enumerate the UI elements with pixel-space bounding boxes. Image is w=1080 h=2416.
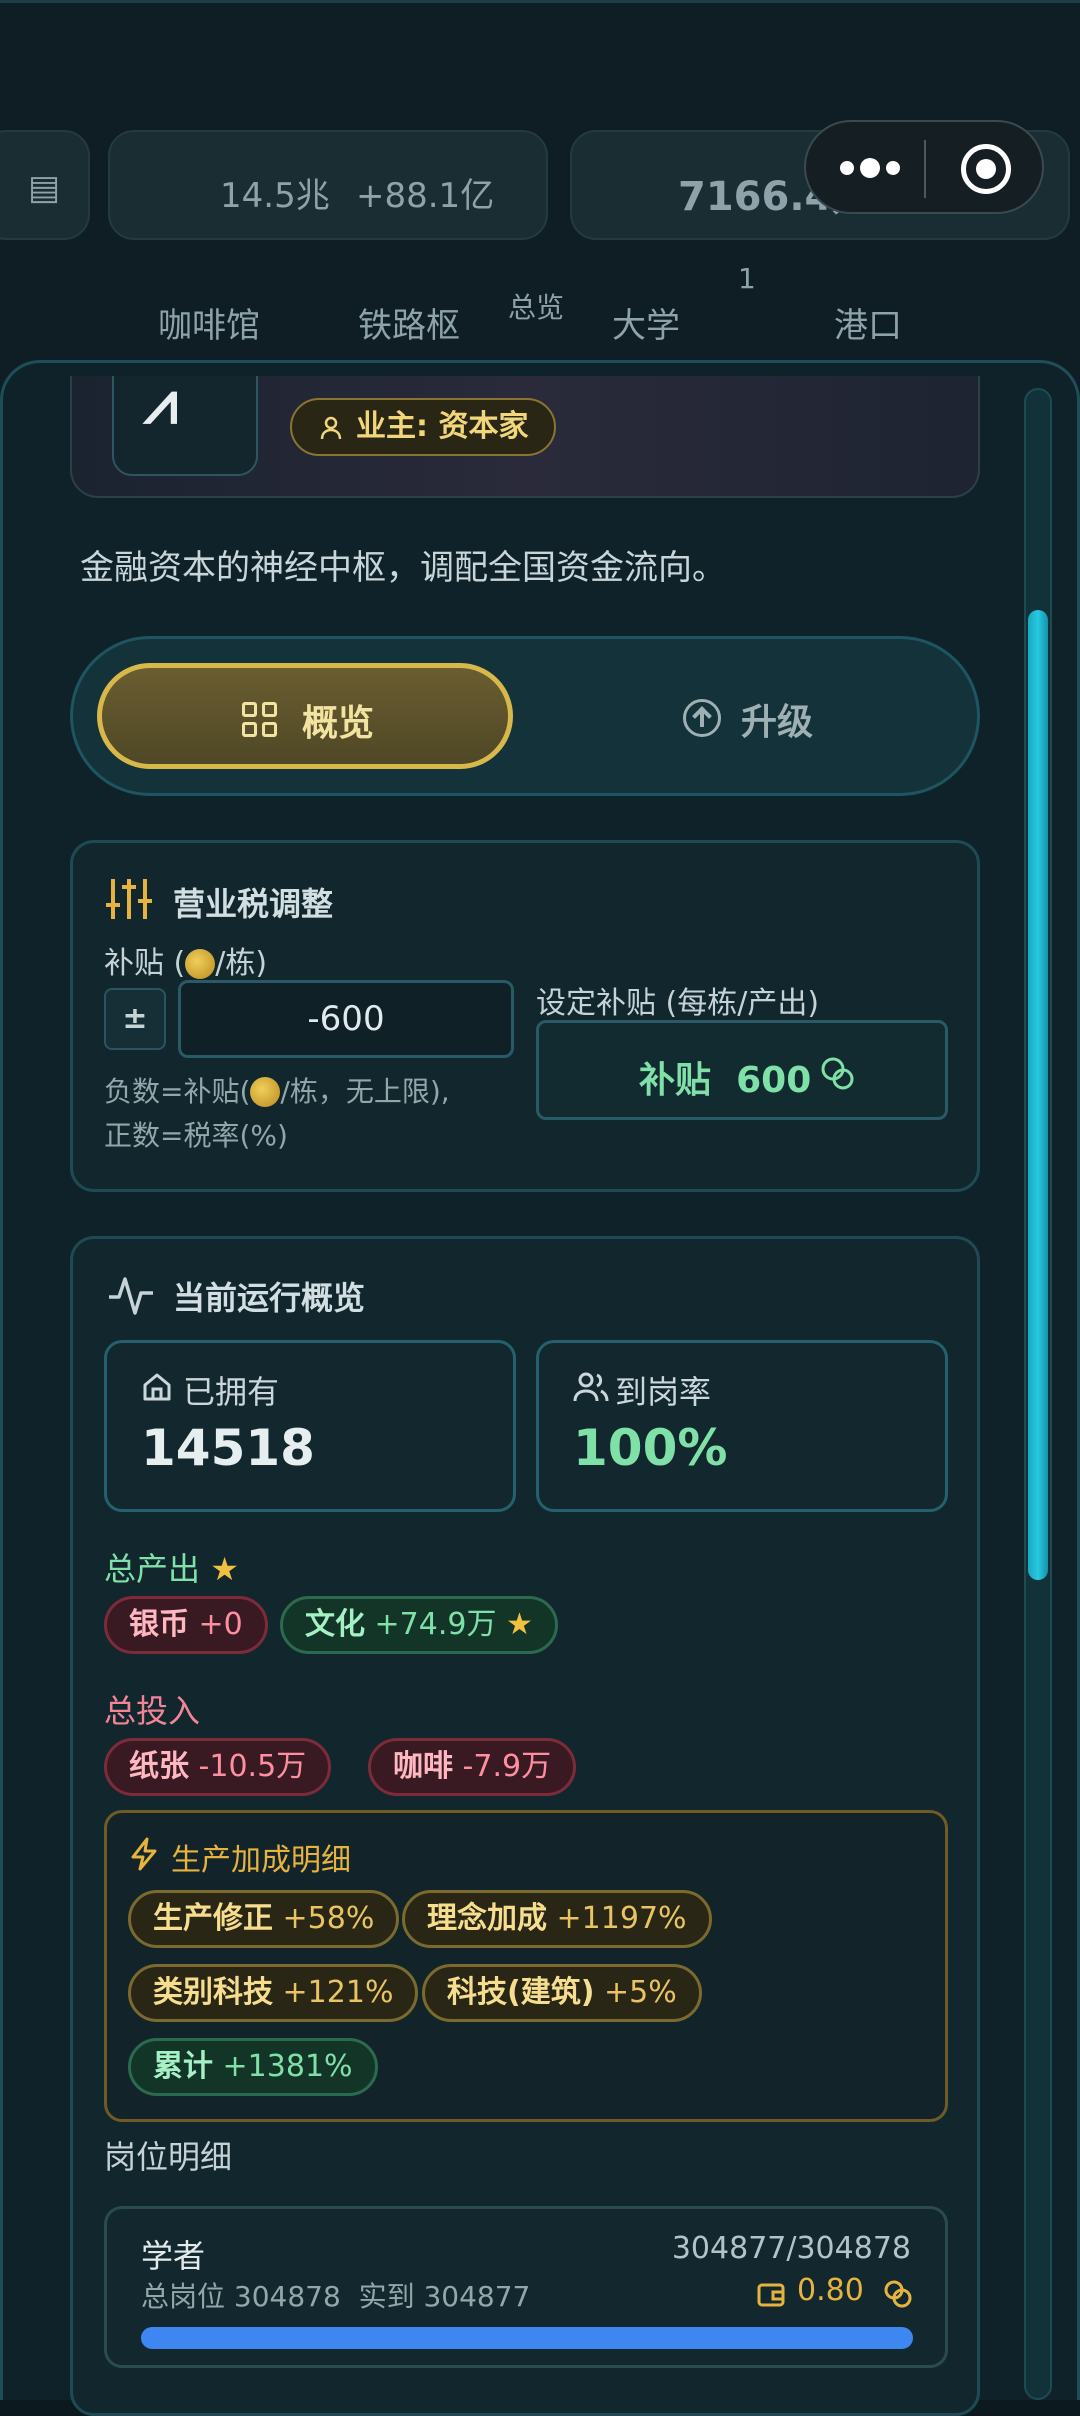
building-icon: ⩘	[112, 376, 258, 476]
tab-overview-label: 概览	[302, 703, 375, 744]
bonus-pill: 类别科技 +121%	[128, 1964, 419, 2022]
set-subsidy-button[interactable]: 补贴 600	[536, 1020, 948, 1120]
scrollbar-thumb[interactable]	[1028, 610, 1048, 1580]
job-wage: 0.80	[797, 2273, 864, 2308]
attendance-value: 100%	[573, 1419, 728, 1477]
coin-icon	[185, 949, 216, 979]
input-title: 总投入	[104, 1692, 201, 1730]
attendance-label: 到岗率	[615, 1373, 712, 1411]
owner-badge: 业主: 资本家	[290, 398, 557, 456]
bonus-title: 生产加成明细	[171, 1843, 351, 1878]
subsidy-hint: 负数=补贴(/栋，无上限), 正数=税率(%)	[104, 1075, 450, 1152]
job-ratio: 304877/304878	[671, 2231, 911, 2266]
bonus-pill: 生产修正 +58%	[128, 1890, 400, 1948]
bg-center-tab: 总览	[508, 291, 565, 324]
owned-stat: 已拥有 14518	[104, 1340, 516, 1512]
person-icon	[320, 416, 342, 440]
bg-money-chip: 14.5兆 +88.1亿	[108, 130, 548, 240]
close-miniprogram-icon[interactable]	[961, 144, 1011, 194]
output-pill-culture: 文化 +74.9万 ★	[280, 1596, 558, 1654]
tab-upgrade-label: 升级	[741, 702, 814, 743]
top-edge	[0, 0, 1080, 3]
set-subsidy-label: 设定补贴 (每栋/产出)	[536, 986, 820, 1021]
subsidy-input[interactable]: -600	[178, 980, 514, 1058]
bg-city-4: 港口	[834, 306, 902, 346]
sign-toggle-button[interactable]: ±	[104, 988, 166, 1050]
coins-icon	[821, 1057, 854, 1090]
input-pill-paper: 纸张 -10.5万	[104, 1738, 332, 1796]
miniprogram-capsule	[804, 120, 1044, 214]
coin-icon	[250, 1077, 281, 1107]
bg-money-value: 14.5兆	[220, 176, 330, 216]
bonus-pill: 科技(建筑) +5%	[422, 1964, 702, 2022]
upgrade-icon	[683, 699, 721, 737]
bg-page-badge: 1	[738, 262, 756, 295]
subsidy-label: 补贴 (/栋)	[104, 946, 268, 981]
bg-side-chip: ▤	[0, 130, 90, 240]
job-name: 学者	[141, 2237, 206, 2275]
star-icon: ★	[506, 1607, 533, 1642]
tab-overview[interactable]: 概览	[97, 663, 513, 769]
overview-title: 当前运行概览	[173, 1279, 366, 1317]
input-pill-coffee: 咖啡 -7.9万	[368, 1738, 577, 1796]
activity-icon	[109, 1277, 153, 1315]
output-pill-silver: 银币 +0	[104, 1596, 268, 1654]
users-icon	[573, 1372, 609, 1402]
output-title: 总产出 ★	[104, 1550, 239, 1588]
job-fill-bar	[141, 2327, 913, 2349]
attendance-stat: 到岗率 100%	[536, 1340, 948, 1512]
owned-label: 已拥有	[183, 1373, 280, 1411]
jobs-title: 岗位明细	[104, 2138, 233, 2176]
bg-city-3: 大学	[612, 306, 680, 346]
set-subsidy-text: 补贴 600	[639, 1060, 812, 1101]
owner-label: 业主: 资本家	[356, 409, 529, 444]
building-description: 金融资本的神经中枢，调配全国资金流向。	[80, 548, 726, 588]
bonus-pill: 理念加成 +1197%	[402, 1890, 712, 1948]
job-row: 学者 304877/304878 总岗位 304878 实到 304877 0.…	[104, 2206, 948, 2368]
home-icon	[143, 1373, 171, 1401]
more-icon[interactable]	[836, 152, 906, 186]
tab-upgrade[interactable]: 升级	[633, 663, 933, 769]
wallet-icon	[757, 2283, 785, 2307]
tax-title: 营业税调整	[173, 885, 334, 923]
lightning-icon	[131, 1837, 157, 1871]
job-detail: 总岗位 304878 实到 304877	[141, 2280, 531, 2313]
bg-city-2: 铁路枢	[358, 306, 460, 346]
star-icon: ★	[210, 1550, 239, 1588]
sliders-icon	[106, 879, 152, 919]
tab-bar: 概览 升级	[70, 636, 980, 796]
coins-icon	[884, 2280, 912, 2308]
grid-icon	[242, 702, 278, 738]
bg-city-1: 咖啡馆	[158, 306, 260, 346]
bg-money-delta: +88.1亿	[356, 176, 495, 216]
owned-value: 14518	[141, 1419, 315, 1477]
bonus-total-pill: 累计 +1381%	[128, 2038, 378, 2096]
